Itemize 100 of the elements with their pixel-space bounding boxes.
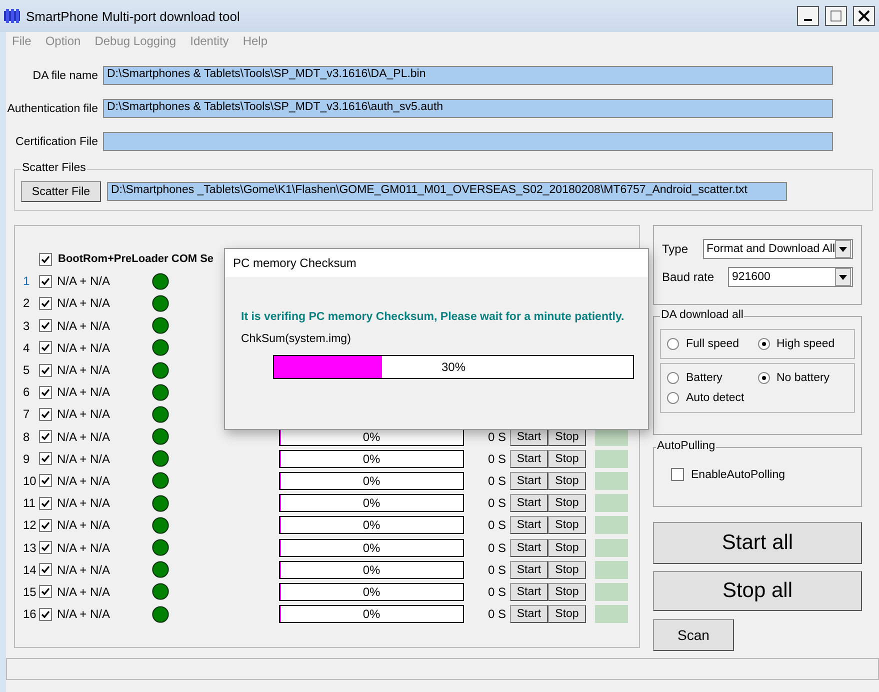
radio-button[interactable] [667, 392, 679, 404]
checkbox[interactable] [39, 252, 52, 266]
file-path-field[interactable] [103, 132, 833, 151]
start-button[interactable]: Start [510, 472, 548, 490]
maximize-icon [830, 10, 842, 22]
checkbox[interactable] [671, 468, 684, 481]
port-label: N/A + N/A [57, 496, 112, 510]
start-button[interactable]: Start [510, 538, 548, 557]
field-label: DA file name [32, 70, 98, 82]
file-path-field[interactable]: D:\Smartphones & Tablets\Tools\SP_MDT_v3.1616\DA_PL.bin [103, 66, 833, 85]
status-box [595, 472, 628, 490]
elapsed-time: 0 S [486, 518, 507, 532]
progress-text: 0% [362, 474, 380, 488]
progress-text: 0% [362, 562, 380, 577]
radio-button[interactable] [758, 338, 770, 350]
option-label: No battery [776, 372, 830, 384]
stop-button[interactable]: Stop [548, 516, 586, 534]
stop-button[interactable]: Stop [548, 472, 586, 490]
status-box [595, 516, 628, 534]
radio-button[interactable] [758, 372, 770, 384]
stop-button[interactable]: Stop [548, 605, 586, 624]
start-all-button[interactable]: Start all [653, 522, 862, 564]
status-light-icon [152, 294, 169, 312]
option-label: Battery [686, 372, 722, 384]
port-number: 11 [23, 496, 36, 510]
stop-button[interactable]: Stop [548, 494, 586, 512]
checkbox[interactable] [39, 274, 52, 288]
start-button[interactable]: Start [510, 494, 548, 512]
status-box [595, 494, 628, 512]
port-label: N/A + N/A [57, 474, 112, 488]
port-number: 3 [23, 318, 31, 333]
maximize-button[interactable] [825, 6, 847, 26]
port-number: 1 [23, 274, 31, 288]
status-light-icon [152, 516, 169, 534]
checkbox[interactable] [39, 319, 52, 332]
status-light-icon [152, 384, 169, 401]
start-button[interactable]: Start [510, 450, 548, 468]
field-label: Certification File [14, 136, 98, 148]
option-label: Full speed [686, 338, 740, 350]
minimize-button[interactable] [797, 6, 819, 26]
port-label: N/A + N/A [57, 607, 112, 622]
port-label: N/A + N/A [57, 407, 112, 422]
progress-text: 0% [362, 607, 380, 622]
file-path-field[interactable]: D:\Smartphones & Tablets\Tools\SP_MDT_v3.1616\auth_sv5.auth [103, 99, 833, 118]
status-light-icon [152, 606, 169, 623]
radio-button[interactable] [667, 372, 679, 384]
progress-text: 30% [441, 360, 466, 374]
start-button[interactable]: Start [510, 560, 548, 579]
close-icon [858, 10, 870, 22]
checkbox[interactable] [39, 518, 52, 532]
type-dropdown[interactable]: Format and Download All [702, 239, 853, 259]
stop-all-button[interactable]: Stop all [653, 571, 862, 611]
baud-rate-dropdown[interactable]: 921600 [728, 267, 853, 287]
status-box [595, 538, 628, 557]
column-header: BootRom+PreLoader COM Se [58, 253, 214, 266]
elapsed-time: 0 S [486, 562, 507, 577]
stop-button[interactable]: Stop [548, 582, 586, 601]
stop-button[interactable]: Stop [548, 450, 586, 468]
checkbox[interactable] [39, 430, 52, 444]
start-button[interactable]: Start [510, 516, 548, 534]
stop-button[interactable]: Stop [548, 538, 586, 557]
port-number: 7 [23, 407, 31, 422]
scan-button[interactable]: Scan [653, 619, 734, 651]
minimize-icon [804, 19, 812, 21]
checkbox[interactable] [39, 296, 52, 310]
port-label: N/A + N/A [57, 274, 112, 288]
checkbox[interactable] [39, 496, 52, 510]
elapsed-time: 0 S [486, 430, 507, 444]
checkbox[interactable] [39, 364, 52, 377]
checkbox[interactable] [39, 386, 52, 399]
scatter-file-button[interactable]: Scatter File [21, 181, 101, 202]
port-number: 13 [23, 540, 38, 555]
port-number: 15 [23, 584, 38, 599]
elapsed-time: 0 S [486, 496, 507, 510]
app-icon [4, 9, 20, 23]
port-number: 10 [23, 474, 38, 488]
checkbox[interactable] [39, 585, 52, 598]
checkbox[interactable] [39, 563, 52, 576]
checkbox[interactable] [39, 408, 52, 421]
checkbox[interactable] [39, 541, 52, 554]
status-light-icon [152, 339, 169, 356]
close-button[interactable] [853, 6, 875, 26]
checkbox[interactable] [39, 452, 52, 466]
option-label: High speed [776, 338, 835, 350]
stop-button[interactable]: Stop [548, 560, 586, 579]
elapsed-time: 0 S [486, 584, 507, 599]
status-box [595, 450, 628, 468]
checkbox[interactable] [39, 608, 52, 621]
radio-button[interactable] [667, 338, 679, 350]
checkbox[interactable] [39, 341, 52, 354]
status-light-icon [152, 428, 169, 446]
port-number: 9 [23, 452, 31, 466]
start-button[interactable]: Start [510, 605, 548, 624]
port-number: 14 [23, 562, 38, 577]
file-path-field[interactable]: D:\Smartphones _Tablets\Gome\K1\Flashen\GOME_GM011_M01_OVERSEAS_S02_20180208\MT6757_Android_scatter.txt [107, 182, 787, 201]
dialog-message: It is verifing PC memory Checksum, Please wait for a minute patiently. [241, 311, 626, 323]
status-light-icon [152, 406, 169, 423]
start-button[interactable]: Start [510, 582, 548, 601]
checkbox[interactable] [39, 474, 52, 488]
window-title: SmartPhone Multi-port download tool [26, 8, 241, 24]
